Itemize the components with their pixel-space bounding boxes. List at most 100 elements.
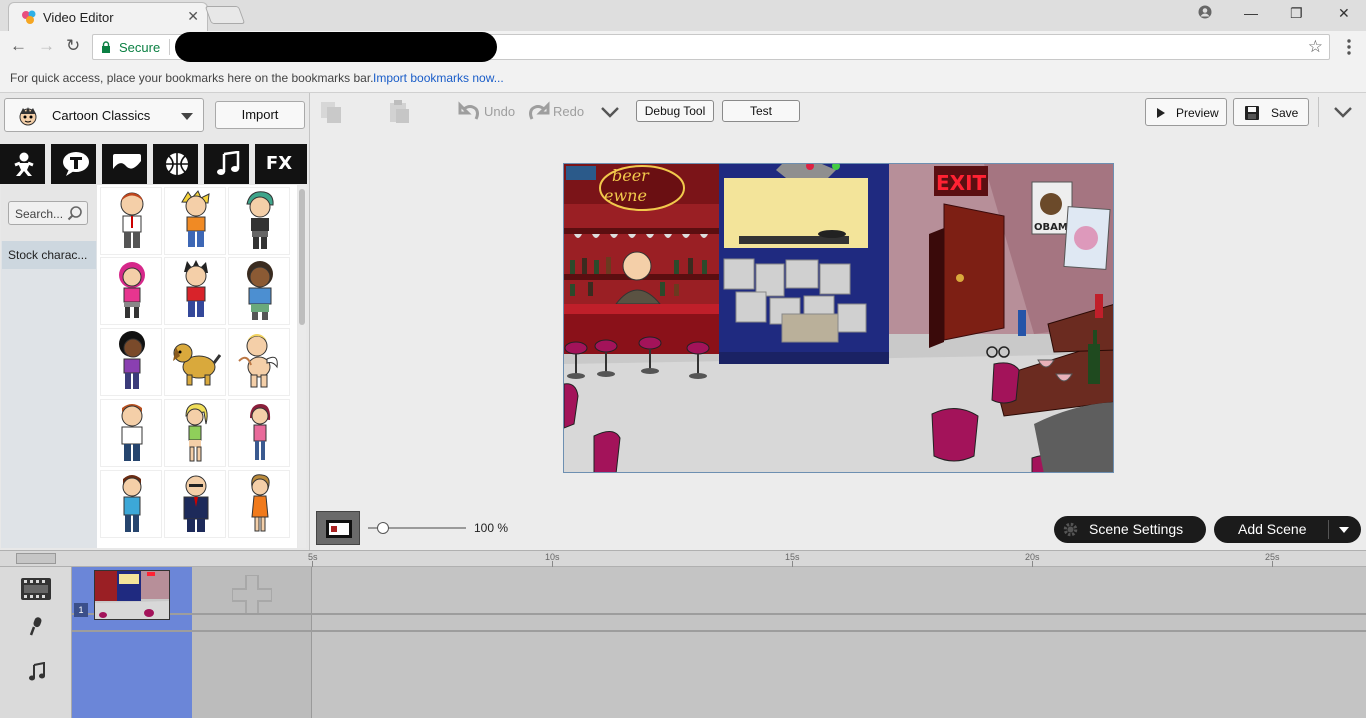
scene-canvas[interactable]: beer ewne EXIT OBAMA — [563, 163, 1114, 473]
forward-icon[interactable]: → — [38, 37, 55, 55]
character-thumbnail[interactable] — [164, 328, 226, 396]
character-woman-pink-icon — [250, 404, 271, 460]
chevron-down-icon[interactable] — [1338, 526, 1350, 534]
fx-label: FX — [265, 153, 293, 174]
character-old-man-suit-icon — [183, 475, 209, 532]
back-icon[interactable]: ← — [10, 37, 27, 55]
category-tabs: FX — [0, 144, 310, 184]
bookmark-star-icon[interactable]: ☆ — [1308, 37, 1323, 57]
copy-icon[interactable] — [318, 99, 344, 125]
character-cupid-icon — [238, 334, 278, 388]
add-scene-slot[interactable] — [192, 567, 312, 718]
character-spiky-boy-icon — [184, 260, 208, 317]
reload-icon[interactable]: ↻ — [66, 37, 80, 55]
test-button[interactable]: Test — [722, 100, 800, 122]
toolbar-divider — [1318, 97, 1319, 127]
save-button[interactable]: Save — [1233, 98, 1309, 126]
search-placeholder: Search... — [15, 207, 64, 221]
character-thumbnail[interactable] — [164, 399, 226, 467]
bookmarks-hint: For quick access, place your bookmarks h… — [10, 71, 374, 85]
tab-close-icon[interactable]: ✕ — [187, 8, 199, 25]
character-pink-girl-icon — [119, 262, 145, 318]
address-bar[interactable]: Secure ☆ — [92, 32, 1330, 62]
scene-settings-button[interactable]: Scene Settings — [1054, 516, 1206, 543]
new-tab-button[interactable] — [204, 6, 246, 24]
import-button[interactable]: Import — [215, 101, 305, 129]
zoom-slider-knob[interactable] — [376, 522, 389, 534]
profile-icon[interactable] — [1198, 5, 1212, 22]
add-scene-button[interactable]: Add Scene — [1214, 516, 1361, 543]
debug-tool-button[interactable]: Debug Tool — [636, 100, 714, 122]
tab-backgrounds[interactable] — [102, 144, 150, 184]
gallery-scrollbar[interactable] — [298, 185, 306, 548]
character-icon — [14, 152, 34, 176]
character-thumbnail[interactable] — [100, 399, 162, 467]
browser-menu-icon[interactable] — [1344, 37, 1354, 57]
sidebar-item-stock-characters[interactable]: Stock charac... — [2, 241, 96, 269]
paste-icon[interactable] — [386, 99, 412, 125]
plus-icon[interactable] — [232, 575, 272, 615]
scene-thumbnail-toggle[interactable] — [316, 511, 360, 545]
tab-fx[interactable]: FX — [255, 144, 307, 184]
restore-icon[interactable]: ❐ — [1290, 5, 1303, 22]
timeline-tracks: 1 — [0, 567, 1366, 718]
character-thumbnail[interactable] — [228, 399, 290, 467]
character-thumbnail[interactable] — [228, 470, 290, 538]
tab-text[interactable] — [51, 144, 99, 184]
chevron-down-icon[interactable] — [1333, 105, 1353, 119]
scrollbar-thumb[interactable] — [299, 189, 305, 325]
timeline-ruler[interactable]: 5s 10s 15s 20s 25s — [0, 550, 1366, 567]
exit-sign-text: EXIT — [936, 171, 987, 195]
zoom-value: 100 % — [474, 521, 509, 535]
character-thumbnail[interactable] — [164, 187, 226, 255]
timeline-zoom-handle[interactable] — [16, 553, 56, 564]
floppy-disk-icon — [1245, 106, 1259, 120]
undo-icon[interactable] — [458, 101, 480, 123]
character-thumbnail[interactable] — [100, 257, 162, 325]
character-thumbnail[interactable] — [228, 328, 290, 396]
chevron-down-icon[interactable] — [600, 105, 620, 119]
video-track-icon[interactable] — [21, 578, 51, 600]
tab-characters[interactable] — [0, 144, 48, 184]
character-thumbnail[interactable] — [100, 470, 162, 538]
undo-label[interactable]: Undo — [484, 104, 515, 119]
bookmarks-bar: For quick access, place your bookmarks h… — [0, 63, 1366, 93]
character-thumbnail[interactable] — [228, 187, 290, 255]
search-icon — [67, 206, 82, 221]
redo-label[interactable]: Redo — [553, 104, 584, 119]
app-favicon-icon — [22, 10, 36, 24]
text-bubble-icon — [63, 152, 89, 176]
preview-label: Preview — [1176, 106, 1219, 120]
track-type-column — [0, 567, 72, 718]
character-woman-orange-icon — [251, 474, 270, 532]
tab-title: Video Editor — [43, 10, 114, 25]
window-close-icon[interactable]: ✕ — [1338, 5, 1350, 22]
asset-panel: Cartoon Classics Import FX Search... Sto… — [0, 93, 310, 550]
beer-sign-text-2: ewne — [604, 186, 647, 205]
character-boy-blue-icon — [122, 475, 142, 532]
minimize-icon[interactable]: — — [1244, 5, 1258, 21]
scene-number-badge: 1 — [74, 603, 88, 617]
collection-dropdown[interactable]: Cartoon Classics — [4, 98, 204, 132]
microphone-icon[interactable] — [28, 616, 44, 636]
tab-music[interactable] — [204, 144, 252, 184]
background-icon — [113, 154, 141, 174]
character-thumbnail[interactable] — [164, 257, 226, 325]
import-bookmarks-link[interactable]: Import bookmarks now... — [373, 71, 504, 85]
scene-settings-label: Scene Settings — [1089, 521, 1184, 537]
character-thumbnail[interactable] — [100, 328, 162, 396]
character-thumbnail[interactable] — [228, 257, 290, 325]
character-blonde-girl-icon — [185, 403, 208, 462]
tab-props[interactable] — [153, 144, 201, 184]
preview-button[interactable]: Preview — [1145, 98, 1227, 126]
scene-clip-thumbnail[interactable] — [94, 570, 170, 620]
character-thumbnail[interactable] — [100, 187, 162, 255]
browser-tabstrip: Video Editor ✕ — ❐ ✕ — [0, 0, 1366, 31]
redo-icon[interactable] — [528, 101, 550, 123]
character-blonde-boy-icon — [181, 190, 210, 247]
music-track-icon[interactable] — [28, 662, 46, 682]
zoom-slider[interactable] — [368, 522, 466, 534]
browser-tab[interactable]: Video Editor ✕ — [8, 2, 208, 31]
search-input[interactable]: Search... — [8, 201, 88, 225]
character-thumbnail[interactable] — [164, 470, 226, 538]
